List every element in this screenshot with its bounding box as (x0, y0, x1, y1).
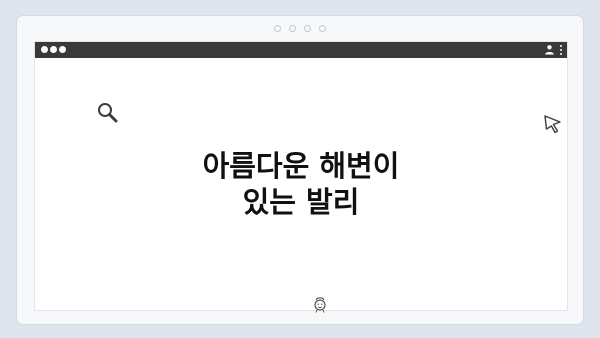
title-bar (35, 42, 567, 58)
window-dot-maximize[interactable] (59, 46, 66, 53)
face-icon (314, 297, 326, 313)
search-icon[interactable] (96, 101, 120, 125)
device-frame: 아름다운 해변이 있는 발리 (17, 16, 583, 324)
frame-dots (17, 25, 583, 32)
frame-dot (274, 25, 281, 32)
window-dot-minimize[interactable] (50, 46, 57, 53)
frame-dot (289, 25, 296, 32)
window-dot-close[interactable] (41, 46, 48, 53)
screenshot-canvas: 아름다운 해변이 있는 발리 (0, 0, 600, 338)
browser-window: 아름다운 해변이 있는 발리 (34, 41, 568, 313)
kebab-menu-icon[interactable] (559, 44, 563, 56)
page-headline: 아름다운 해변이 있는 발리 (35, 148, 567, 220)
headline-line-2: 있는 발리 (242, 185, 360, 219)
frame-dot (319, 25, 326, 32)
frame-dot (304, 25, 311, 32)
user-icon[interactable] (544, 44, 555, 55)
headline-line-1: 아름다운 해변이 (202, 149, 400, 183)
cursor-icon (544, 115, 561, 134)
